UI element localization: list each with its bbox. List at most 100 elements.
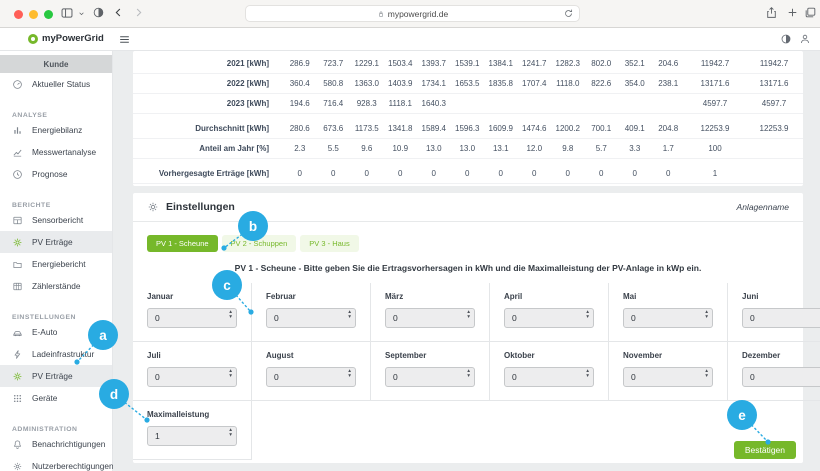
- month-input-november[interactable]: 0▴▾: [623, 367, 713, 387]
- stepper-icon[interactable]: ▴▾: [229, 428, 232, 438]
- table-cell: 1596.3: [451, 124, 485, 133]
- sidebar-item-prognose[interactable]: Prognose: [0, 163, 112, 185]
- table-cell: 238.1: [652, 79, 686, 88]
- tab-pv1-scheune[interactable]: PV 1 - Scheune: [147, 235, 218, 252]
- callout-a: a: [88, 320, 118, 350]
- max-power-input[interactable]: 1 ▴▾: [147, 426, 237, 446]
- minimize-window-button[interactable]: [29, 10, 38, 19]
- share-icon[interactable]: [765, 6, 778, 19]
- stepper-icon[interactable]: ▴▾: [229, 310, 232, 320]
- stepper-icon[interactable]: ▴▾: [348, 310, 351, 320]
- table-row-label: 2021 [kWh]: [133, 59, 283, 68]
- month-input-juli[interactable]: 0▴▾: [147, 367, 237, 387]
- callout-d: d: [99, 379, 129, 409]
- table-cell: 12253.9: [685, 124, 745, 133]
- month-input-mai[interactable]: 0▴▾: [623, 308, 713, 328]
- month-input-september[interactable]: 0▴▾: [385, 367, 475, 387]
- month-label: August: [266, 351, 356, 360]
- month-input-januar[interactable]: 0▴▾: [147, 308, 237, 328]
- url-bar[interactable]: mypowergrid.de: [245, 5, 580, 22]
- confirm-button[interactable]: Bestätigen: [734, 441, 796, 459]
- sidebar-item-geraete[interactable]: Geräte: [0, 387, 112, 409]
- max-power-row: Maximalleistung 1 ▴▾: [133, 401, 803, 460]
- table-cell: 13.0: [451, 144, 485, 153]
- table-cell: 1393.7: [417, 59, 451, 68]
- month-cell-november: November 0▴▾: [609, 342, 728, 401]
- brand-logo: myPowerGrid: [28, 33, 104, 44]
- stepper-icon[interactable]: ▴▾: [705, 310, 708, 320]
- table-cell: 1653.5: [451, 79, 485, 88]
- sidebar-item-nutzerberechtigungen[interactable]: Nutzerberechtigungen: [0, 455, 112, 471]
- stepper-icon[interactable]: ▴▾: [348, 369, 351, 379]
- table-cell: 1173.5: [350, 124, 384, 133]
- sidebar-section-analyse: ANALYSE: [0, 105, 112, 119]
- table-cell: 4597.7: [745, 99, 803, 108]
- stepper-icon[interactable]: ▴▾: [705, 369, 708, 379]
- table-cell: 286.9: [283, 59, 317, 68]
- table-cell: 354.0: [618, 79, 652, 88]
- table-row-label: Vorhergesagte Erträge [kWh]: [133, 169, 283, 178]
- month-input-februar[interactable]: 0▴▾: [266, 308, 356, 328]
- refresh-icon[interactable]: [563, 8, 574, 19]
- forward-icon[interactable]: [132, 6, 145, 19]
- stepper-icon[interactable]: ▴▾: [586, 369, 589, 379]
- table-row: Vorhergesagte Erträge [kWh]0000000000001: [133, 164, 803, 184]
- stepper-icon[interactable]: ▴▾: [586, 310, 589, 320]
- main-content: 2021 [kWh]286.9723.71229.11503.41393.715…: [113, 51, 820, 471]
- month-input-oktober[interactable]: 0▴▾: [504, 367, 594, 387]
- browser-chrome: mypowergrid.de: [0, 0, 820, 28]
- month-input-august[interactable]: 0▴▾: [266, 367, 356, 387]
- sidebar-item-zaehlerstaende[interactable]: Zählerstände: [0, 275, 112, 297]
- lock-icon: [377, 10, 385, 18]
- table-cell: 1835.8: [484, 79, 518, 88]
- stepper-icon[interactable]: ▴▾: [467, 369, 470, 379]
- stepper-icon[interactable]: ▴▾: [229, 369, 232, 379]
- tab-overview-icon[interactable]: [804, 6, 817, 19]
- month-input-dezember[interactable]: 0▴▾: [742, 367, 820, 387]
- zoom-window-button[interactable]: [44, 10, 53, 19]
- sidebar-item-messwertanalyse[interactable]: Messwertanalyse: [0, 141, 112, 163]
- table-cell: 0: [451, 169, 485, 178]
- clock-icon: [12, 169, 23, 180]
- table-cell: 0: [652, 169, 686, 178]
- hamburger-menu-icon[interactable]: [118, 33, 131, 46]
- table-cell: 0: [350, 169, 384, 178]
- callout-e: e: [727, 400, 757, 430]
- table-cell: 716.4: [317, 99, 351, 108]
- table-cell: 673.6: [317, 124, 351, 133]
- table-cell: 12.0: [518, 144, 552, 153]
- sidebar-item-benachrichtigungen[interactable]: Benachrichtigungen: [0, 433, 112, 455]
- reader-appearance-icon[interactable]: [92, 6, 105, 19]
- table-cell: 360.4: [283, 79, 317, 88]
- sidebar-item-energiebericht[interactable]: Energiebericht: [0, 253, 112, 275]
- sidebar-item-pv-ertraege-berichte[interactable]: PV Erträge: [0, 231, 112, 253]
- month-input-juni[interactable]: 0▴▾: [742, 308, 820, 328]
- table-row: 2021 [kWh]286.9723.71229.11503.41393.715…: [133, 54, 803, 74]
- table-cell: 13.1: [484, 144, 518, 153]
- table-cell: 13171.6: [685, 79, 745, 88]
- theme-contrast-icon[interactable]: [780, 33, 792, 45]
- month-input-märz[interactable]: 0▴▾: [385, 308, 475, 328]
- table-cell: 1474.6: [518, 124, 552, 133]
- month-label: November: [623, 351, 713, 360]
- sidebar-item-energiebilanz[interactable]: Energiebilanz: [0, 119, 112, 141]
- close-window-button[interactable]: [14, 10, 23, 19]
- stepper-icon[interactable]: ▴▾: [467, 310, 470, 320]
- url-text: mypowergrid.de: [388, 9, 448, 19]
- sidebar-item-sensorbericht[interactable]: Sensorbericht: [0, 209, 112, 231]
- table-cell: 0: [417, 169, 451, 178]
- back-icon[interactable]: [112, 6, 125, 19]
- line-chart-icon: [12, 147, 23, 158]
- plant-name-label: Anlagenname: [737, 202, 789, 212]
- sidebar-item-aktueller-status[interactable]: Aktueller Status: [0, 73, 112, 95]
- month-input-april[interactable]: 0▴▾: [504, 308, 594, 328]
- tab-pv3-haus[interactable]: PV 3 - Haus: [300, 235, 358, 252]
- chevron-down-icon[interactable]: [77, 9, 86, 18]
- table-cell: 409.1: [618, 124, 652, 133]
- sidebar-item-pv-ertraege-einstellungen[interactable]: PV Erträge: [0, 365, 112, 387]
- sidebar-toggle-icon[interactable]: [60, 6, 74, 20]
- table-cell: 4597.7: [685, 99, 745, 108]
- new-tab-icon[interactable]: [786, 6, 799, 19]
- user-account-icon[interactable]: [799, 33, 811, 45]
- table-cell: 0: [585, 169, 619, 178]
